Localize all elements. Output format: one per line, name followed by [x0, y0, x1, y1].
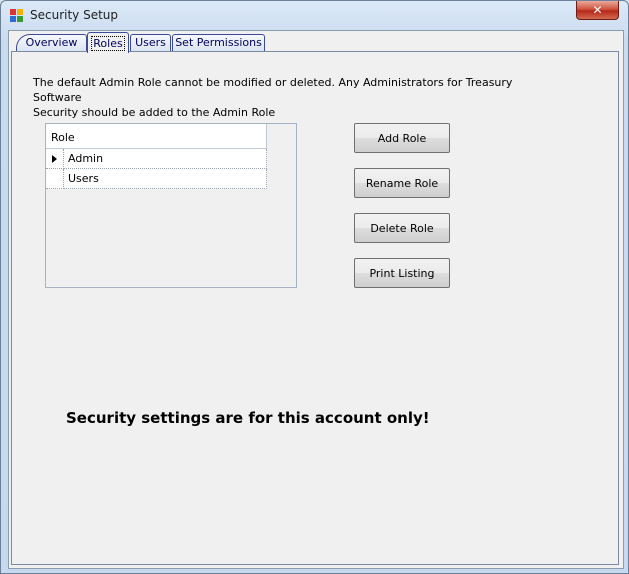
roles-tab-page: The default Admin Role cannot be modifie… — [11, 51, 619, 565]
row-header[interactable] — [46, 169, 64, 189]
window-title: Security Setup — [30, 8, 119, 22]
table-row[interactable]: Users — [46, 169, 267, 189]
current-row-arrow-icon — [52, 155, 57, 163]
tab-set-permissions[interactable]: Set Permissions — [172, 34, 265, 52]
info-text: The default Admin Role cannot be modifie… — [33, 75, 553, 120]
close-button[interactable]: ✕ — [576, 1, 619, 20]
tab-roles-label: Roles — [91, 36, 125, 51]
tab-overview-label: Overview — [25, 36, 78, 49]
info-line-1: The default Admin Role cannot be modifie… — [33, 76, 513, 104]
security-notice: Security settings are for this account o… — [66, 409, 430, 427]
client-area: Overview Roles Users Set Permissions The… — [8, 30, 624, 569]
add-role-button[interactable]: Add Role — [354, 123, 450, 153]
table-row[interactable]: Admin — [46, 149, 267, 169]
role-cell-users[interactable]: Users — [64, 169, 267, 189]
tab-users-label: Users — [135, 36, 166, 49]
tab-set-permissions-label: Set Permissions — [175, 36, 262, 49]
print-listing-button[interactable]: Print Listing — [354, 258, 450, 288]
row-header[interactable] — [46, 149, 64, 169]
role-cell-admin[interactable]: Admin — [64, 149, 267, 169]
info-line-2: Security should be added to the Admin Ro… — [33, 106, 276, 119]
close-icon: ✕ — [592, 3, 603, 17]
roles-grid[interactable]: Role Admin Users — [45, 123, 297, 288]
tab-overview[interactable]: Overview — [16, 34, 87, 52]
delete-role-button[interactable]: Delete Role — [354, 213, 450, 243]
tab-strip: Overview Roles Users Set Permissions — [11, 32, 611, 53]
role-column-header[interactable]: Role — [46, 124, 267, 149]
tab-users[interactable]: Users — [130, 34, 171, 52]
tab-roles[interactable]: Roles — [87, 32, 129, 53]
title-bar[interactable]: Security Setup ✕ — [1, 1, 628, 29]
app-icon — [10, 9, 24, 22]
rename-role-button[interactable]: Rename Role — [354, 168, 450, 198]
security-setup-window: Security Setup ✕ Overview Roles Users Se… — [0, 0, 629, 574]
